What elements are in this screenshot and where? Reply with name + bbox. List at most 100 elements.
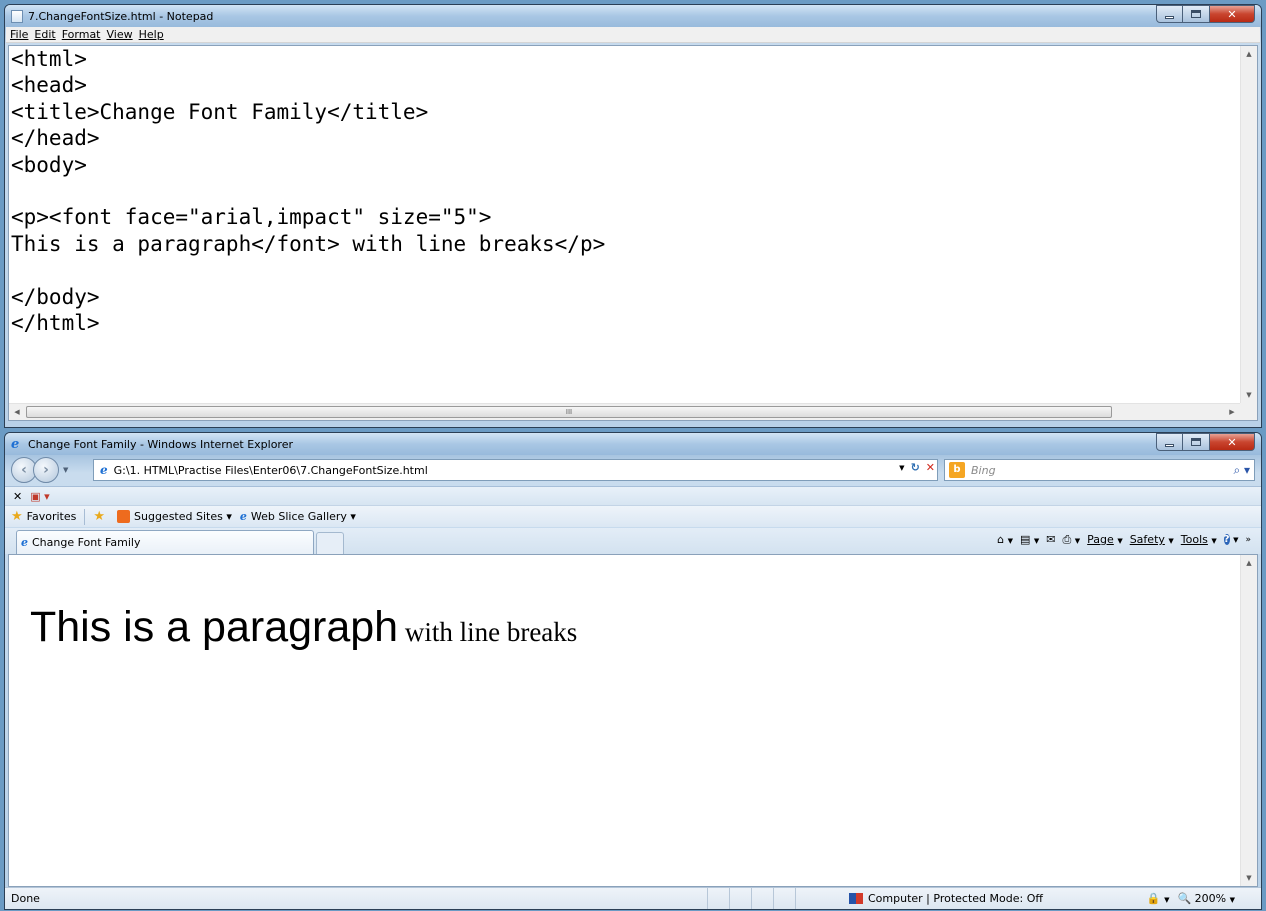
zoom-level[interactable]: 🔍 200% ▼ [1177,892,1235,905]
scroll-down-icon[interactable]: ▼ [1241,870,1257,886]
web-slice-icon: e [239,510,247,523]
menu-format[interactable]: Format [62,28,101,41]
refresh-icon[interactable]: ↻ [911,461,920,474]
recent-pages-dropdown-icon[interactable]: ▼ [63,466,68,474]
safety-menu[interactable]: Safety ▼ [1130,533,1174,546]
notepad-horizontal-scrollbar[interactable]: ◀ III ▶ [9,403,1240,420]
menu-file[interactable]: File [10,28,28,41]
web-slice-label: Web Slice Gallery ▾ [250,510,356,523]
feeds-icon[interactable]: ▤ ▼ [1020,533,1039,546]
close-icon: ✕ [1227,435,1237,449]
scroll-down-icon[interactable]: ▼ [1241,387,1257,403]
code-line: <body> [11,152,87,177]
paragraph-large-text: This is a paragraph [30,603,399,651]
code-line: <html> [11,47,87,71]
scroll-thumb[interactable]: III [26,406,1112,418]
tools-menu-label: Tools [1180,533,1208,546]
help-icon: ? [1223,534,1230,545]
search-icon[interactable]: ⌕ ▾ [1233,463,1250,478]
mail-icon[interactable]: ✉ [1046,533,1055,546]
tools-menu[interactable]: Tools ▼ [1181,533,1217,546]
tab-title: Change Font Family [32,536,141,549]
address-dropdown-icon[interactable]: ▼ [899,464,904,472]
page-menu[interactable]: Page ▼ [1087,533,1123,546]
minimize-icon [1165,15,1174,19]
code-line: </body> [11,284,100,309]
command-strip: ✕ ▣ ▾ [5,486,1261,505]
ie-caption-buttons: ✕ [1156,433,1255,451]
code-line: </head> [11,126,100,151]
favorites-label: Favorites [26,510,77,523]
notepad-vertical-scrollbar[interactable]: ▲ ▼ [1240,46,1257,403]
page-vertical-scrollbar[interactable]: ▲ ▼ [1240,555,1257,886]
home-icon[interactable]: ⌂ ▼ [997,533,1013,546]
search-box[interactable]: b Bing ⌕ ▾ [944,459,1255,481]
status-bar: Done Computer | Protected Mode: Off 🔒 ▼ … [5,887,1261,909]
add-favorite-button[interactable]: ★ [93,509,109,524]
menu-view[interactable]: View [107,28,133,41]
close-button[interactable]: ✕ [1210,433,1255,451]
code-line: <title>Change Font Family</title> [11,99,429,124]
suggested-sites-label: Suggested Sites ▾ [134,510,232,523]
page-menu-label: Page [1087,533,1114,546]
address-url[interactable]: G:\1. HTML\Practise Files\Enter06\7.Chan… [114,464,428,477]
maximize-button[interactable] [1183,5,1210,23]
stop-icon[interactable]: ✕ [926,461,935,474]
page-paragraph: This is a paragraph with line breaks [30,603,577,652]
code-text[interactable]: <html> <head> <title>Change Font Family</t… [11,46,1239,402]
code-line: </html> [11,311,100,336]
notepad-caption-buttons: ✕ [1156,5,1255,23]
close-toolbar-icon[interactable]: ✕ [13,490,22,503]
favorites-button[interactable]: ★ Favorites [11,509,76,524]
print-icon[interactable]: ⎙ ▼ [1062,533,1080,547]
suggested-sites-link[interactable]: Suggested Sites ▾ [117,510,232,523]
menu-edit[interactable]: Edit [34,28,55,41]
menu-help[interactable]: Help [139,28,164,41]
help-button[interactable]: ? ▼ [1223,532,1238,547]
pdf-icon[interactable]: ▣ ▾ [30,490,49,503]
command-bar: ⌂ ▼ ▤ ▼ ✉ ⎙ ▼ Page ▼ Safety ▼ Tools ▼ ? … [997,532,1251,547]
address-bar[interactable]: e G:\1. HTML\Practise Files\Enter06\7.Ch… [93,459,938,481]
close-button[interactable]: ✕ [1210,5,1255,23]
resize-grip[interactable] [1240,403,1257,420]
safety-menu-label: Safety [1129,533,1165,546]
zoom-value: 200% [1194,892,1227,905]
web-page-viewport[interactable]: This is a paragraph with line breaks ▲ ▼ [8,554,1258,887]
tab-change-font-family[interactable]: e Change Font Family [16,530,314,554]
code-line: This is a paragraph</font> with line bre… [11,231,606,256]
minimize-button[interactable] [1156,5,1183,23]
status-text: Done [11,892,40,905]
ie-titlebar[interactable]: e Change Font Family - Windows Internet … [5,433,1261,455]
notepad-menubar: File Edit Format View Help [6,27,1260,43]
paragraph-small-text: with line breaks [398,617,578,647]
notepad-titlebar[interactable]: 7.ChangeFontSize.html - Notepad ✕ [5,5,1261,27]
security-zone[interactable]: Computer | Protected Mode: Off [849,892,1043,905]
tab-page-icon: e [21,536,28,549]
status-cells [707,888,817,909]
favorites-bar: ★ Favorites ★ Suggested Sites ▾ e Web Sl… [5,505,1261,527]
protected-mode-icon[interactable]: 🔒 ▼ [1147,892,1170,905]
notepad-editor[interactable]: <html> <head> <title>Change Font Family</t… [8,45,1258,421]
notepad-icon [11,9,23,23]
code-line: <head> [11,73,87,98]
minimize-button[interactable] [1156,433,1183,451]
maximize-icon [1191,438,1201,446]
minimize-icon [1165,443,1174,447]
maximize-button[interactable] [1183,433,1210,451]
code-line: <p><font face="arial,impact" size="5"> [11,205,492,230]
new-tab-button[interactable] [316,532,344,554]
chevron-right-icon[interactable]: » [1245,535,1251,545]
scroll-right-icon[interactable]: ▶ [1224,404,1240,420]
zoom-controls[interactable]: 🔒 ▼ 🔍 200% ▼ [1147,892,1235,905]
page-icon: e [100,463,108,477]
scroll-left-icon[interactable]: ◀ [9,404,25,420]
forward-button[interactable]: › [33,457,59,483]
search-placeholder[interactable]: Bing [971,464,996,477]
scroll-up-icon[interactable]: ▲ [1241,46,1257,62]
notepad-title: 7.ChangeFontSize.html - Notepad [28,9,214,23]
scroll-up-icon[interactable]: ▲ [1241,555,1257,571]
web-slice-gallery-link[interactable]: e Web Slice Gallery ▾ [240,510,356,523]
notepad-window: 7.ChangeFontSize.html - Notepad ✕ File E… [4,4,1262,428]
